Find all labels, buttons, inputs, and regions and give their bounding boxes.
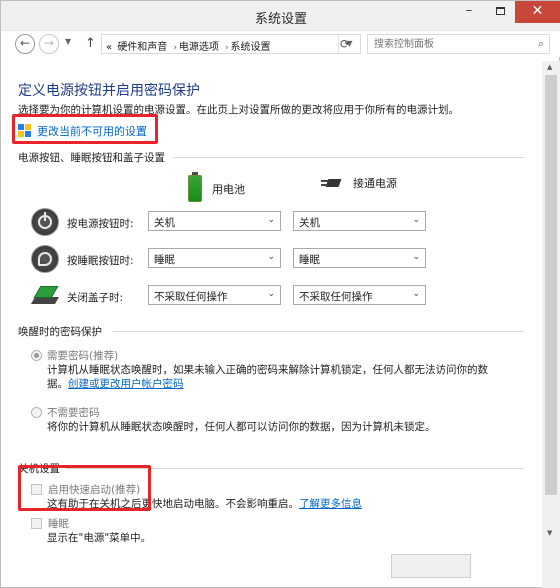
create-password-link[interactable]: 创建或更改用户帐户密码 — [68, 378, 184, 390]
breadcrumb-item-system-settings[interactable]: 系统设置 — [231, 42, 271, 53]
system-settings-window: 系统设置 – ✕ ← → ▼ ↑ « 硬件和声音›电源选项›系统设置 ▼ ⟳ ⌕… — [0, 0, 560, 588]
chevron-down-icon: ⌄ — [267, 215, 275, 225]
select-value: 不采取任何操作 — [154, 291, 228, 303]
power-section-heading: 电源按钮、睡眠按钮和盖子设置 — [18, 152, 165, 164]
sleep-button-icon — [31, 245, 59, 273]
desc-line2-prefix: 据。 — [47, 378, 68, 390]
select-value: 睡眠 — [299, 254, 320, 266]
no-password-desc: 将你的计算机从睡眠状态唤醒时，任何人都可以访问你的数据，因为计算机未锁定。 — [47, 421, 436, 433]
address-bar[interactable]: « 硬件和声音 › 电源选项 › 系统设置 ▼ — [101, 34, 361, 54]
chevron-down-icon: ⌄ — [412, 289, 420, 299]
plugged-column-label: 接通电源 — [353, 177, 397, 190]
power-plug-icon — [321, 175, 343, 191]
no-password-radio[interactable]: 不需要密码 — [31, 405, 100, 420]
radio-selected-icon — [31, 350, 42, 361]
search-icon[interactable]: ⌕ — [538, 37, 544, 51]
chevron-right-icon[interactable]: › — [225, 43, 229, 53]
page-title: 定义电源按钮并启用密码保护 — [18, 83, 200, 99]
select-value: 关机 — [154, 217, 175, 229]
require-password-label: 需要密码(推荐) — [47, 350, 119, 362]
close-lid-plugged-select[interactable]: 不采取任何操作 ⌄ — [293, 285, 426, 305]
highlight-box — [12, 114, 158, 144]
battery-column-label: 用电池 — [212, 182, 245, 196]
chevron-down-icon: ⌄ — [412, 215, 420, 225]
close-button[interactable]: ✕ — [515, 1, 560, 23]
search-box[interactable]: ⌕ — [367, 34, 550, 54]
recent-locations-dropdown[interactable]: ▼ — [65, 37, 71, 46]
power-button-label: 按电源按钮时: — [67, 218, 134, 230]
power-button-icon — [31, 208, 59, 236]
require-password-desc-line1: 计算机从睡眠状态唤醒时，如果未输入正确的密码来解除计算机锁定，任何人都无法访问你… — [47, 364, 488, 376]
sleep-desc: 显示在"电源"菜单中。 — [47, 532, 152, 544]
close-lid-battery-select[interactable]: 不采取任何操作 ⌄ — [148, 285, 281, 305]
chevron-down-icon: ⌄ — [267, 289, 275, 299]
close-lid-label: 关闭盖子时: — [67, 292, 124, 304]
breadcrumb-item-hardware-sound[interactable]: 硬件和声音 — [117, 42, 167, 53]
save-changes-button[interactable] — [391, 554, 471, 578]
back-button[interactable]: ← — [15, 34, 35, 54]
scrollbar-thumb[interactable] — [545, 75, 557, 495]
require-password-desc-line2: 据。创建或更改用户帐户密码 — [47, 377, 184, 391]
sleep-button-battery-select[interactable]: 睡眠 ⌄ — [148, 248, 281, 268]
chevron-right-icon[interactable]: › — [173, 43, 177, 53]
search-input[interactable] — [368, 35, 518, 53]
power-button-plugged-select[interactable]: 关机 ⌄ — [293, 211, 426, 231]
password-section-heading: 唤醒时的密码保护 — [18, 326, 102, 338]
laptop-lid-icon — [30, 285, 60, 307]
scroll-up-icon[interactable]: ▲ — [547, 63, 552, 71]
select-value: 睡眠 — [154, 254, 175, 266]
vertical-scrollbar[interactable]: ▲ ▼ — [542, 61, 560, 588]
maximize-button[interactable] — [485, 1, 515, 23]
section-divider — [173, 157, 524, 158]
sleep-button-row: 按睡眠按钮时: 睡眠 ⌄ 睡眠 ⌄ — [31, 245, 441, 273]
sleep-button-label: 按睡眠按钮时: — [67, 255, 134, 267]
radio-unselected-icon — [31, 407, 42, 418]
maximize-icon — [495, 6, 505, 15]
highlight-box — [18, 465, 151, 511]
sleep-button-plugged-select[interactable]: 睡眠 ⌄ — [293, 248, 426, 268]
learn-more-link[interactable]: 了解更多信息 — [299, 498, 362, 510]
navigation-bar: ← → ▼ ↑ « 硬件和声音›电源选项›系统设置 ▼ ⟳ ⌕ — [1, 31, 560, 57]
select-value: 不采取任何操作 — [299, 291, 373, 303]
battery-icon — [188, 172, 202, 202]
select-value: 关机 — [299, 217, 320, 229]
up-button[interactable]: ↑ — [85, 36, 96, 51]
sleep-checkbox[interactable]: 睡眠 — [31, 516, 69, 531]
power-button-battery-select[interactable]: 关机 ⌄ — [148, 211, 281, 231]
scroll-down-icon[interactable]: ▼ — [547, 529, 552, 537]
sleep-label: 睡眠 — [48, 518, 69, 530]
breadcrumb-item-power-options[interactable]: 电源选项 — [179, 42, 219, 53]
no-password-label: 不需要密码 — [47, 407, 100, 419]
forward-button[interactable]: → — [39, 34, 59, 54]
section-divider — [113, 331, 524, 332]
content-area: 定义电源按钮并启用密码保护 选择要为你的计算机设置的电源设置。在此页上对设置所做… — [1, 61, 542, 588]
refresh-icon[interactable]: ⟳ — [340, 37, 350, 51]
breadcrumb: « 硬件和声音 › 电源选项 › 系统设置 — [106, 38, 273, 53]
power-button-row: 按电源按钮时: 关机 ⌄ 关机 ⌄ — [31, 208, 441, 236]
breadcrumb-overflow-icon[interactable]: « — [106, 42, 112, 53]
minimize-button[interactable]: – — [454, 1, 484, 23]
battery-column-header: 用电池 — [188, 172, 245, 202]
chevron-down-icon: ⌄ — [267, 252, 275, 262]
require-password-radio[interactable]: 需要密码(推荐) — [31, 348, 118, 363]
plugged-column-header: 接通电源 — [321, 175, 397, 191]
close-lid-row: 关闭盖子时: 不采取任何操作 ⌄ 不采取任何操作 ⌄ — [30, 282, 441, 310]
title-bar: 系统设置 – ✕ — [1, 1, 560, 31]
chevron-down-icon: ⌄ — [412, 252, 420, 262]
checkbox-icon — [31, 518, 42, 529]
